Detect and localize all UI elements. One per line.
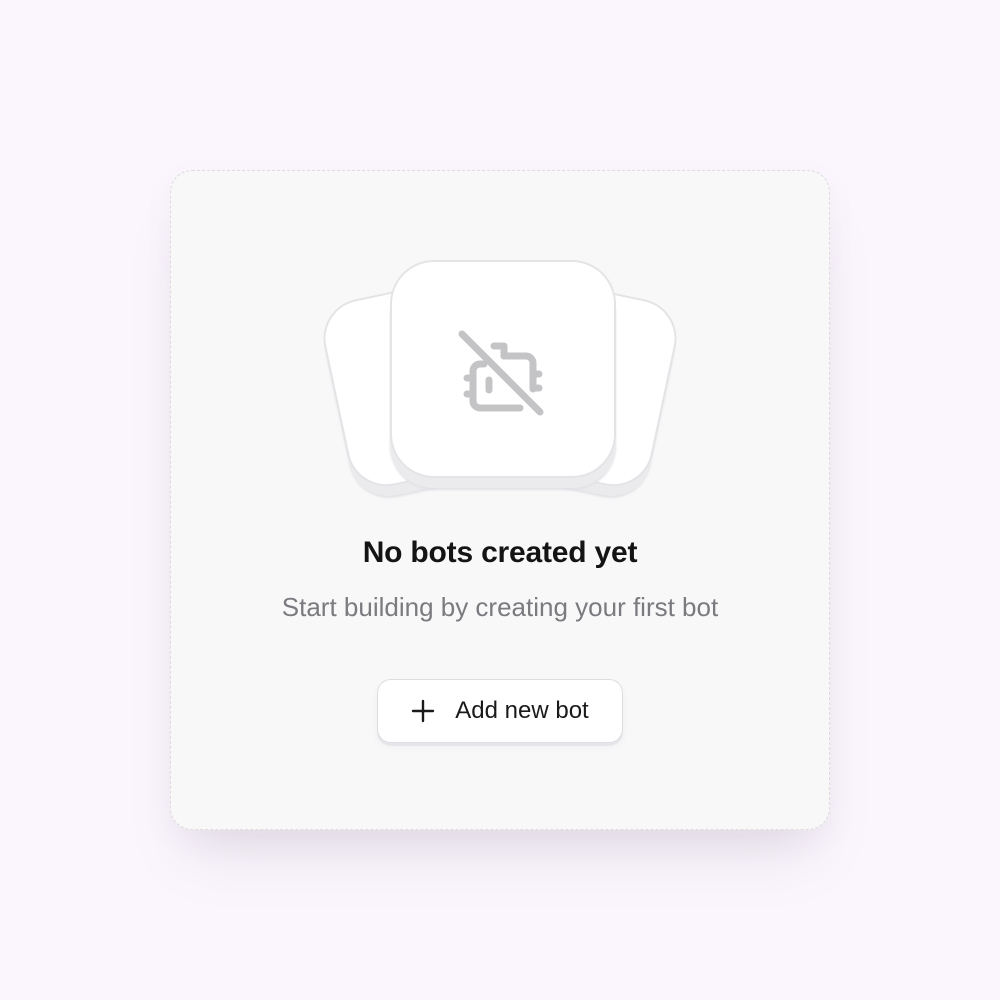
plus-icon	[412, 699, 435, 723]
empty-state-illustration	[316, 258, 684, 494]
empty-state-subtitle: Start building by creating your first bo…	[281, 592, 719, 622]
bot-off-icon	[458, 330, 544, 416]
empty-state-title: No bots created yet	[362, 536, 638, 569]
add-new-bot-button[interactable]: Add new bot	[377, 679, 623, 743]
add-new-bot-label: Add new bot	[455, 697, 589, 724]
